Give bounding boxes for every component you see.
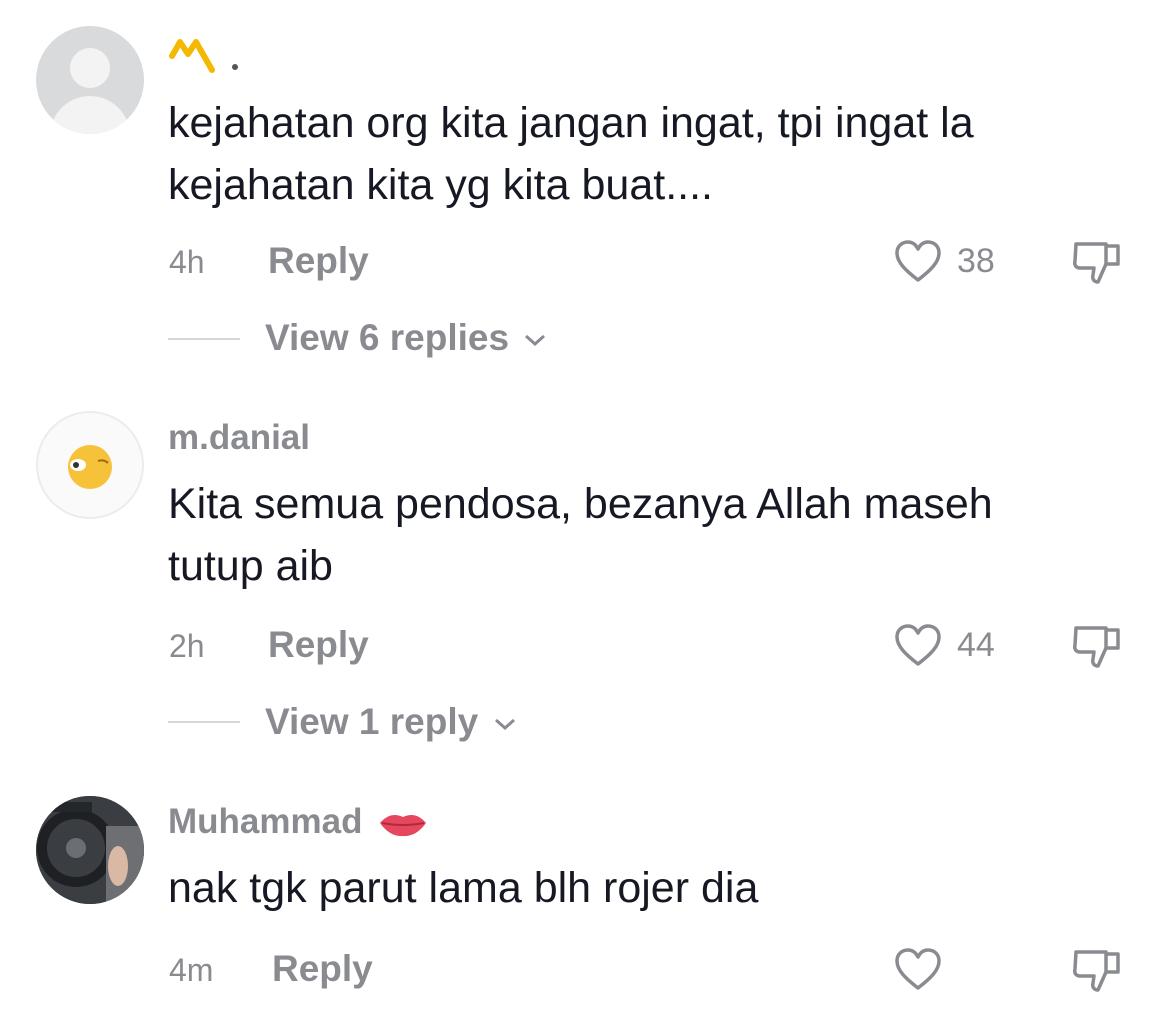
comment-timestamp: 2h [169, 628, 205, 664]
chevron-down-icon [494, 719, 515, 731]
emoji-avatar-icon [68, 445, 112, 489]
reply-button[interactable]: Reply [272, 948, 373, 990]
username-mark-icon [169, 39, 215, 73]
thumbs-down-icon[interactable] [1070, 236, 1126, 286]
username[interactable] [168, 30, 238, 74]
username-dot [231, 64, 238, 70]
chevron-down-icon [525, 335, 546, 347]
default-avatar-body [50, 96, 130, 134]
reply-button[interactable]: Reply [268, 624, 369, 666]
replies-divider [168, 721, 240, 723]
avatar[interactable] [36, 796, 144, 904]
thumbs-down-icon[interactable] [1070, 620, 1126, 670]
view-replies-label: View 1 reply [265, 701, 479, 742]
like-count: 38 [957, 242, 995, 280]
username[interactable]: Muhammad [168, 802, 428, 842]
thumbs-down-icon[interactable] [1070, 944, 1126, 994]
comment-text-line: nak tgk parut lama blh rojer dia [168, 864, 759, 912]
avatar[interactable] [36, 26, 144, 134]
default-avatar-head [70, 48, 110, 88]
comment-text-line: kejahatan org kita jangan ingat, tpi ing… [168, 99, 974, 147]
comment-text: nak tgk parut lama blh rojer dia [168, 857, 1108, 919]
like-count: 44 [957, 626, 995, 664]
view-replies-button[interactable]: View 6 replies [265, 317, 547, 359]
comment-text-line: tutup aib [168, 542, 333, 590]
comment-text-line: Kita semua pendosa, bezanya Allah maseh [168, 480, 993, 528]
avatar[interactable] [36, 411, 144, 519]
car-steering-photo [36, 796, 144, 904]
heart-outline-icon[interactable] [893, 946, 943, 992]
view-replies-button[interactable]: View 1 reply [265, 701, 517, 743]
comment-timestamp: 4h [169, 244, 205, 280]
heart-outline-icon[interactable] [893, 238, 943, 284]
comment-text-line: kejahatan kita yg kita buat.... [168, 161, 713, 209]
comment-text: kejahatan org kita jangan ingat, tpi ing… [168, 92, 1108, 216]
comment-timestamp: 4m [169, 952, 214, 988]
replies-divider [168, 338, 240, 340]
reply-button[interactable]: Reply [268, 240, 369, 282]
heart-outline-icon[interactable] [893, 622, 943, 668]
lips-emoji-icon [380, 814, 427, 836]
username-label: Muhammad [168, 802, 363, 841]
username[interactable]: m.danial [168, 418, 310, 458]
view-replies-label: View 6 replies [265, 317, 510, 358]
comment-text: Kita semua pendosa, bezanya Allah maseh … [168, 473, 1108, 597]
